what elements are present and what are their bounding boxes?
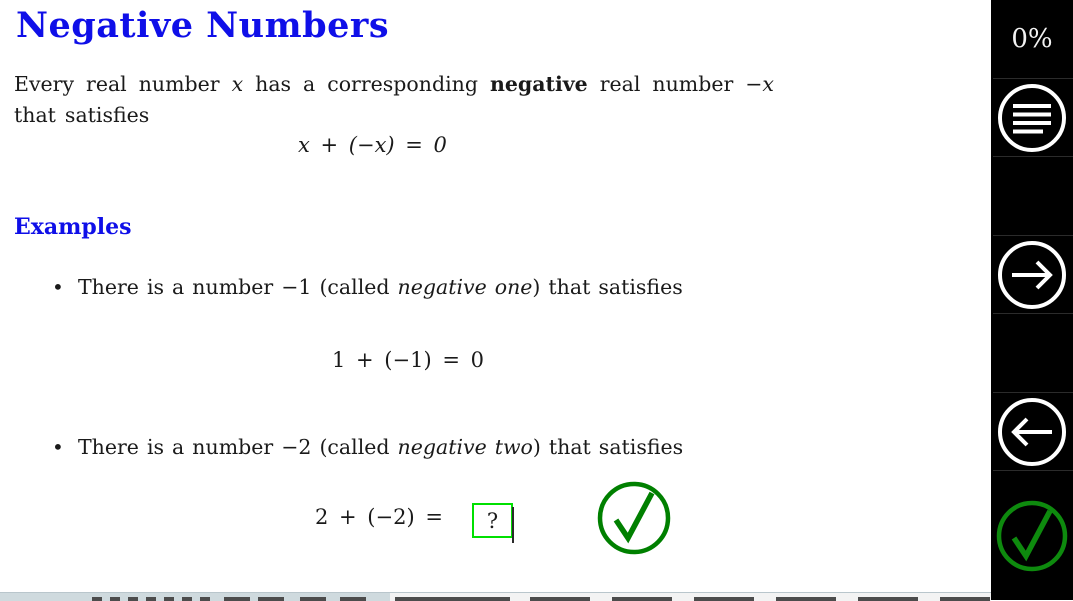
- check-circle-icon[interactable]: [594, 478, 674, 558]
- check-circle-icon: [996, 500, 1068, 571]
- list-item-text-italic: negative two: [397, 435, 533, 459]
- paragraph-variable-x: x: [231, 72, 244, 96]
- slide-canvas: Negative Numbers Every real number x has…: [0, 0, 991, 592]
- toolbar-tick: [258, 597, 284, 601]
- paragraph-text-after: that satisfies: [14, 103, 150, 127]
- toolbar-tick: [340, 597, 366, 601]
- toolbar-tick: [694, 597, 754, 601]
- intro-paragraph: Every real number x has a corresponding …: [14, 69, 774, 131]
- toolbar-tick: [92, 597, 102, 601]
- toolbar-tick: [300, 597, 326, 601]
- bullet-dot-icon: •: [52, 275, 64, 299]
- toolbar-tick: [395, 597, 510, 601]
- page-title: Negative Numbers: [16, 5, 390, 46]
- toolbar-tick: [128, 597, 138, 601]
- toolbar-tick: [776, 597, 836, 601]
- answer-input-field[interactable]: ?: [472, 503, 514, 543]
- toolbar-tick: [224, 597, 250, 601]
- paragraph-text-before: Every real number: [14, 72, 232, 96]
- toolbar-tick: [164, 597, 174, 601]
- list-item: • There is a number −2 (called negative t…: [52, 435, 683, 459]
- paragraph-text-mid2: real number: [587, 72, 746, 96]
- sidebar-slot-empty: [991, 314, 1073, 392]
- sidebar-button-check[interactable]: [991, 471, 1073, 600]
- equation-bullet-2: 2 + (−2) =: [315, 505, 443, 529]
- sidebar-button-contents[interactable]: [991, 79, 1073, 156]
- toolbar-tick: [530, 597, 590, 601]
- arrow-left-circle-icon: [998, 397, 1066, 466]
- list-item-text-post: ) that satisfies: [532, 275, 683, 299]
- sidebar-button-next[interactable]: [991, 236, 1073, 313]
- equation-main: x + (−x) = 0: [298, 133, 447, 157]
- paragraph-bold-negative: negative: [489, 72, 588, 96]
- sidebar-button-previous[interactable]: [991, 393, 1073, 470]
- section-heading-examples: Examples: [14, 214, 132, 240]
- toolbar-tick: [612, 597, 672, 601]
- toolbar-tick: [110, 597, 120, 601]
- list-item-text-italic: negative one: [397, 275, 533, 299]
- toolbar-tick: [858, 597, 918, 601]
- paragraph-variable-minus-x: −x: [745, 72, 774, 96]
- equation-bullet-1: 1 + (−1) = 0: [332, 348, 484, 372]
- navigation-sidebar: 0%: [991, 0, 1073, 600]
- list-item-text-pre: There is a number −1 (called: [78, 275, 398, 299]
- list-item-text-pre: There is a number −2 (called: [78, 435, 398, 459]
- progress-percent-label: 0%: [1011, 24, 1053, 54]
- bullet-dot-icon: •: [52, 435, 64, 459]
- toolbar-tick: [146, 597, 156, 601]
- sidebar-slot-empty: [991, 157, 1073, 235]
- list-item: • There is a number −1 (called negative o…: [52, 275, 683, 299]
- paragraph-text-mid1: has a corresponding: [243, 72, 490, 96]
- list-item-text-post: ) that satisfies: [532, 435, 684, 459]
- toolbar-tick: [182, 597, 192, 601]
- text-lines-circle-icon: [998, 83, 1066, 152]
- toolbar-tick: [940, 597, 990, 601]
- presentation-window: Negative Numbers Every real number x has…: [0, 0, 1073, 601]
- progress-indicator: 0%: [991, 0, 1073, 78]
- arrow-right-circle-icon: [998, 240, 1066, 309]
- toolbar-tick: [200, 597, 210, 601]
